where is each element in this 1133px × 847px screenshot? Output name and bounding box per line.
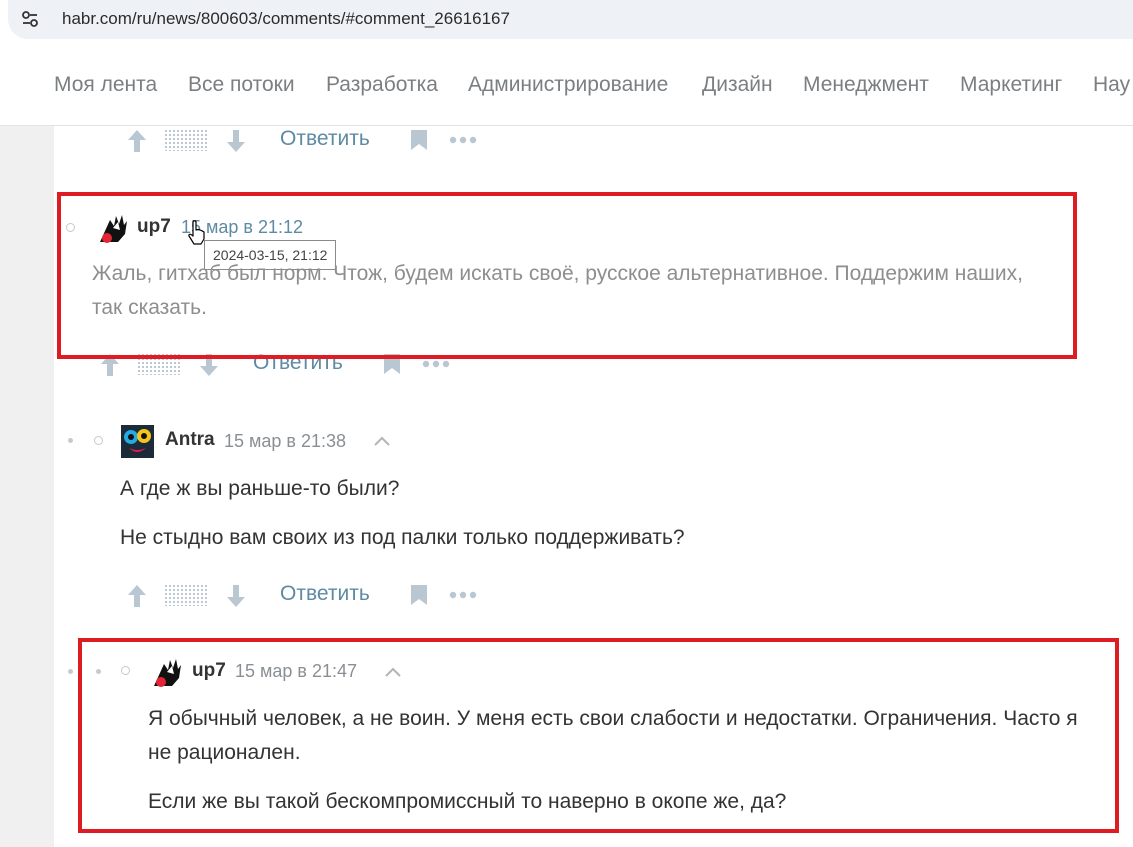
upvote-icon[interactable] bbox=[126, 128, 148, 154]
avatar[interactable] bbox=[121, 425, 154, 458]
bookmark-icon[interactable] bbox=[410, 129, 428, 151]
upvote-icon[interactable] bbox=[126, 583, 148, 609]
comment-paragraph: Не стыдно вам своих из под палки только … bbox=[120, 526, 685, 549]
site-settings-icon[interactable] bbox=[20, 9, 40, 29]
downvote-icon[interactable] bbox=[225, 128, 247, 154]
nav-item-all-streams[interactable]: Все потоки bbox=[188, 73, 295, 97]
more-icon[interactable] bbox=[449, 136, 477, 144]
top-navigation: Моя лента Все потоки Разработка Админист… bbox=[0, 48, 1133, 126]
score-placeholder bbox=[164, 584, 208, 606]
thread-marker bbox=[94, 436, 103, 445]
thread-marker bbox=[68, 669, 73, 674]
nav-item-my-feed[interactable]: Моя лента bbox=[54, 73, 157, 97]
nav-item-development[interactable]: Разработка bbox=[326, 73, 438, 97]
bookmark-icon[interactable] bbox=[410, 584, 428, 606]
nav-item-administration[interactable]: Администрирование bbox=[468, 73, 668, 97]
nav-item-marketing[interactable]: Маркетинг bbox=[960, 73, 1062, 97]
more-icon[interactable] bbox=[422, 360, 450, 368]
comment-paragraph: А где ж вы раньше-то были? bbox=[120, 477, 400, 500]
downvote-icon[interactable] bbox=[225, 583, 247, 609]
more-icon[interactable] bbox=[449, 591, 477, 599]
url-text: habr.com/ru/news/800603/comments/#commen… bbox=[62, 9, 510, 28]
reply-button[interactable]: Ответить bbox=[280, 582, 370, 606]
thread-marker bbox=[68, 438, 73, 443]
username[interactable]: Antra bbox=[165, 429, 215, 451]
highlight-frame bbox=[57, 192, 1077, 359]
highlight-frame bbox=[78, 638, 1119, 833]
score-placeholder bbox=[164, 129, 208, 151]
reply-button[interactable]: Ответить bbox=[280, 127, 370, 151]
url-field[interactable]: habr.com/ru/news/800603/comments/#commen… bbox=[8, 0, 1133, 39]
nav-item-science[interactable]: Нау bbox=[1093, 73, 1130, 97]
comment-time[interactable]: 15 мар в 21:38 bbox=[224, 431, 346, 452]
address-bar: habr.com/ru/news/800603/comments/#commen… bbox=[0, 0, 1133, 48]
nav-item-management[interactable]: Менеджмент bbox=[803, 73, 929, 97]
collapse-chevron-icon[interactable] bbox=[373, 435, 391, 447]
nav-item-design[interactable]: Дизайн bbox=[702, 73, 773, 97]
